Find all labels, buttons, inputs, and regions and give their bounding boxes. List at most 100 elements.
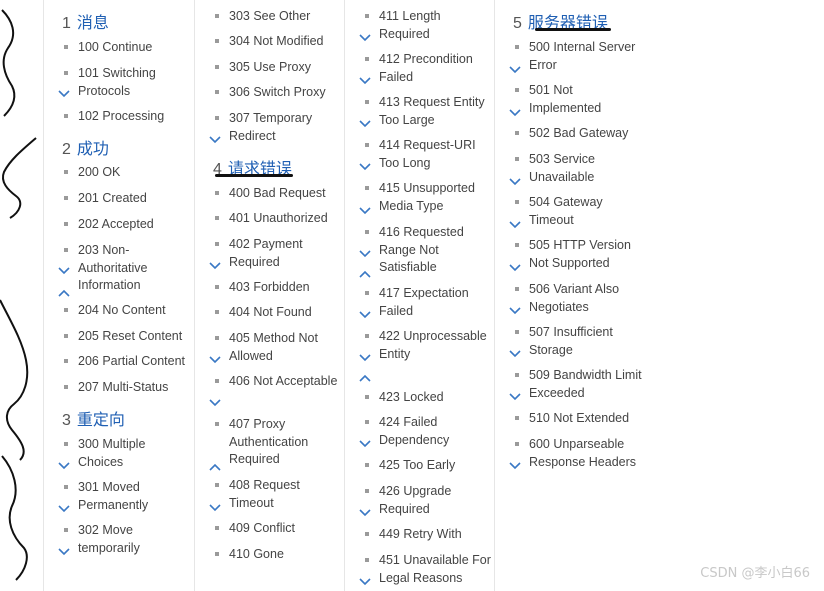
- chevron-down-icon[interactable]: [359, 120, 371, 128]
- bullet-icon: [365, 420, 369, 424]
- list-item-406[interactable]: 406 Not Acceptable: [215, 373, 343, 391]
- list-item-410[interactable]: 410 Gone: [215, 546, 343, 564]
- chevron-down-icon[interactable]: [209, 356, 221, 364]
- list-item-409[interactable]: 409 Conflict: [215, 520, 343, 538]
- list-item-405[interactable]: 405 Method Not Allowed: [215, 330, 343, 365]
- list-item-101[interactable]: 101 Switching Protocols: [64, 65, 192, 100]
- list-item-501[interactable]: 501 Not Implemented: [515, 82, 643, 117]
- list-item-600[interactable]: 600 Unparseable Response Headers: [515, 436, 643, 471]
- chevron-down-icon[interactable]: [209, 136, 221, 144]
- list-item-400[interactable]: 400 Bad Request: [215, 185, 343, 203]
- list-item-416[interactable]: 416 Requested Range Not Satisfiable: [365, 224, 493, 277]
- chevron-up-icon[interactable]: [209, 463, 221, 471]
- list-item-100[interactable]: 100 Continue: [64, 39, 192, 57]
- list-item-304[interactable]: 304 Not Modified: [215, 33, 343, 51]
- list-item-424[interactable]: 424 Failed Dependency: [365, 414, 493, 449]
- list-item-507[interactable]: 507 Insufficient Storage: [515, 324, 643, 359]
- section-heading-2[interactable]: 2 成功: [62, 135, 109, 159]
- chevron-down-icon[interactable]: [509, 221, 521, 229]
- chevron-down-icon[interactable]: [509, 109, 521, 117]
- list-item-426[interactable]: 426 Upgrade Required: [365, 483, 493, 518]
- list-item-202[interactable]: 202 Accepted: [64, 216, 192, 234]
- list-item-451[interactable]: 451 Unavailable For Legal Reasons: [365, 552, 493, 587]
- chevron-down-icon[interactable]: [359, 207, 371, 215]
- list-item-510[interactable]: 510 Not Extended: [515, 410, 643, 428]
- list-item-102[interactable]: 102 Processing: [64, 108, 192, 126]
- list-item-411[interactable]: 411 Length Required: [365, 8, 493, 43]
- list-item-205[interactable]: 205 Reset Content: [64, 328, 192, 346]
- list-item-505[interactable]: 505 HTTP Version Not Supported: [515, 237, 643, 272]
- list-item-306[interactable]: 306 Switch Proxy: [215, 84, 343, 102]
- chevron-down-icon[interactable]: [209, 399, 221, 407]
- list-item-404[interactable]: 404 Not Found: [215, 304, 343, 322]
- list-item-509[interactable]: 509 Bandwidth Limit Exceeded: [515, 367, 643, 402]
- list-item-207[interactable]: 207 Multi-Status: [64, 379, 192, 397]
- chevron-down-icon[interactable]: [509, 350, 521, 358]
- list-item-407[interactable]: 407 Proxy Authentication Required: [215, 416, 343, 469]
- chevron-down-icon[interactable]: [359, 34, 371, 42]
- list-item-449[interactable]: 449 Retry With: [365, 526, 493, 544]
- chevron-down-icon[interactable]: [359, 77, 371, 85]
- list-item-300[interactable]: 300 Multiple Choices: [64, 436, 192, 471]
- list-item-413[interactable]: 413 Request Entity Too Large: [365, 94, 493, 129]
- list-item-408[interactable]: 408 Request Timeout: [215, 477, 343, 512]
- list-item-504[interactable]: 504 Gateway Timeout: [515, 194, 643, 229]
- list-item-502[interactable]: 502 Bad Gateway: [515, 125, 643, 143]
- list-item-302[interactable]: 302 Move temporarily: [64, 522, 192, 557]
- chevron-down-icon[interactable]: [509, 264, 521, 272]
- chevron-down-icon[interactable]: [58, 462, 70, 470]
- list-item-200[interactable]: 200 OK: [64, 164, 192, 182]
- list-item-204[interactable]: 204 No Content: [64, 302, 192, 320]
- list-item-403[interactable]: 403 Forbidden: [215, 279, 343, 297]
- chevron-down-icon[interactable]: [58, 548, 70, 556]
- bullet-icon: [515, 200, 519, 204]
- chevron-down-icon[interactable]: [509, 66, 521, 74]
- list-item-301[interactable]: 301 Moved Permanently: [64, 479, 192, 514]
- list-item-303[interactable]: 303 See Other: [215, 8, 343, 26]
- chevron-down-icon[interactable]: [359, 250, 371, 258]
- list-item-203[interactable]: 203 Non-Authoritative Information: [64, 242, 192, 295]
- chevron-down-icon[interactable]: [359, 354, 371, 362]
- chevron-down-icon[interactable]: [209, 504, 221, 512]
- list-item-414[interactable]: 414 Request-URI Too Long: [365, 137, 493, 172]
- list-item-417[interactable]: 417 Expectation Failed: [365, 285, 493, 320]
- chevron-down-icon[interactable]: [58, 90, 70, 98]
- list-item-206[interactable]: 206 Partial Content: [64, 353, 192, 371]
- chevron-down-icon[interactable]: [359, 163, 371, 171]
- list-item-201[interactable]: 201 Created: [64, 190, 192, 208]
- watermark: CSDN @李小白66: [700, 566, 810, 581]
- bullet-icon: [365, 230, 369, 234]
- section-heading-3[interactable]: 3 重定向: [62, 406, 125, 430]
- chevron-down-icon[interactable]: [509, 178, 521, 186]
- chevron-down-icon[interactable]: [509, 462, 521, 470]
- chevron-up-icon[interactable]: [359, 270, 371, 278]
- chevron-down-icon[interactable]: [209, 262, 221, 270]
- chevron-down-icon[interactable]: [359, 578, 371, 586]
- chevron-down-icon[interactable]: [359, 440, 371, 448]
- chevron-down-icon[interactable]: [359, 311, 371, 319]
- list-item-307[interactable]: 307 Temporary Redirect: [215, 110, 343, 145]
- section-heading-1[interactable]: 1 消息: [62, 9, 109, 33]
- list-item-503[interactable]: 503 Service Unavailable: [515, 151, 643, 186]
- list-item-506[interactable]: 506 Variant Also Negotiates: [515, 281, 643, 316]
- list-item-422[interactable]: 422 Unprocessable Entity: [365, 328, 493, 363]
- chevron-down-icon[interactable]: [509, 307, 521, 315]
- chevron-down-icon[interactable]: [58, 267, 70, 275]
- list-item-425[interactable]: 425 Too Early: [365, 457, 493, 475]
- list-item-415[interactable]: 415 Unsupported Media Type: [365, 180, 493, 215]
- chevron-down-icon[interactable]: [359, 509, 371, 517]
- chevron-up-icon[interactable]: [359, 374, 371, 382]
- list-item-423[interactable]: 423 Locked: [365, 389, 493, 407]
- list-item-500[interactable]: 500 Internal Server Error: [515, 39, 643, 74]
- chevron-down-icon[interactable]: [58, 505, 70, 513]
- list-item-402[interactable]: 402 Payment Required: [215, 236, 343, 271]
- list-item-412[interactable]: 412 Precondition Failed: [365, 51, 493, 86]
- list-item-401[interactable]: 401 Unauthorized: [215, 210, 343, 228]
- bullet-icon: [365, 143, 369, 147]
- chevron-down-icon[interactable]: [509, 393, 521, 401]
- list-item-305[interactable]: 305 Use Proxy: [215, 59, 343, 77]
- chevron-up-icon[interactable]: [58, 289, 70, 297]
- section-title: 重定向: [76, 412, 125, 429]
- bullet-icon: [215, 65, 219, 69]
- section-number: 2: [62, 141, 71, 158]
